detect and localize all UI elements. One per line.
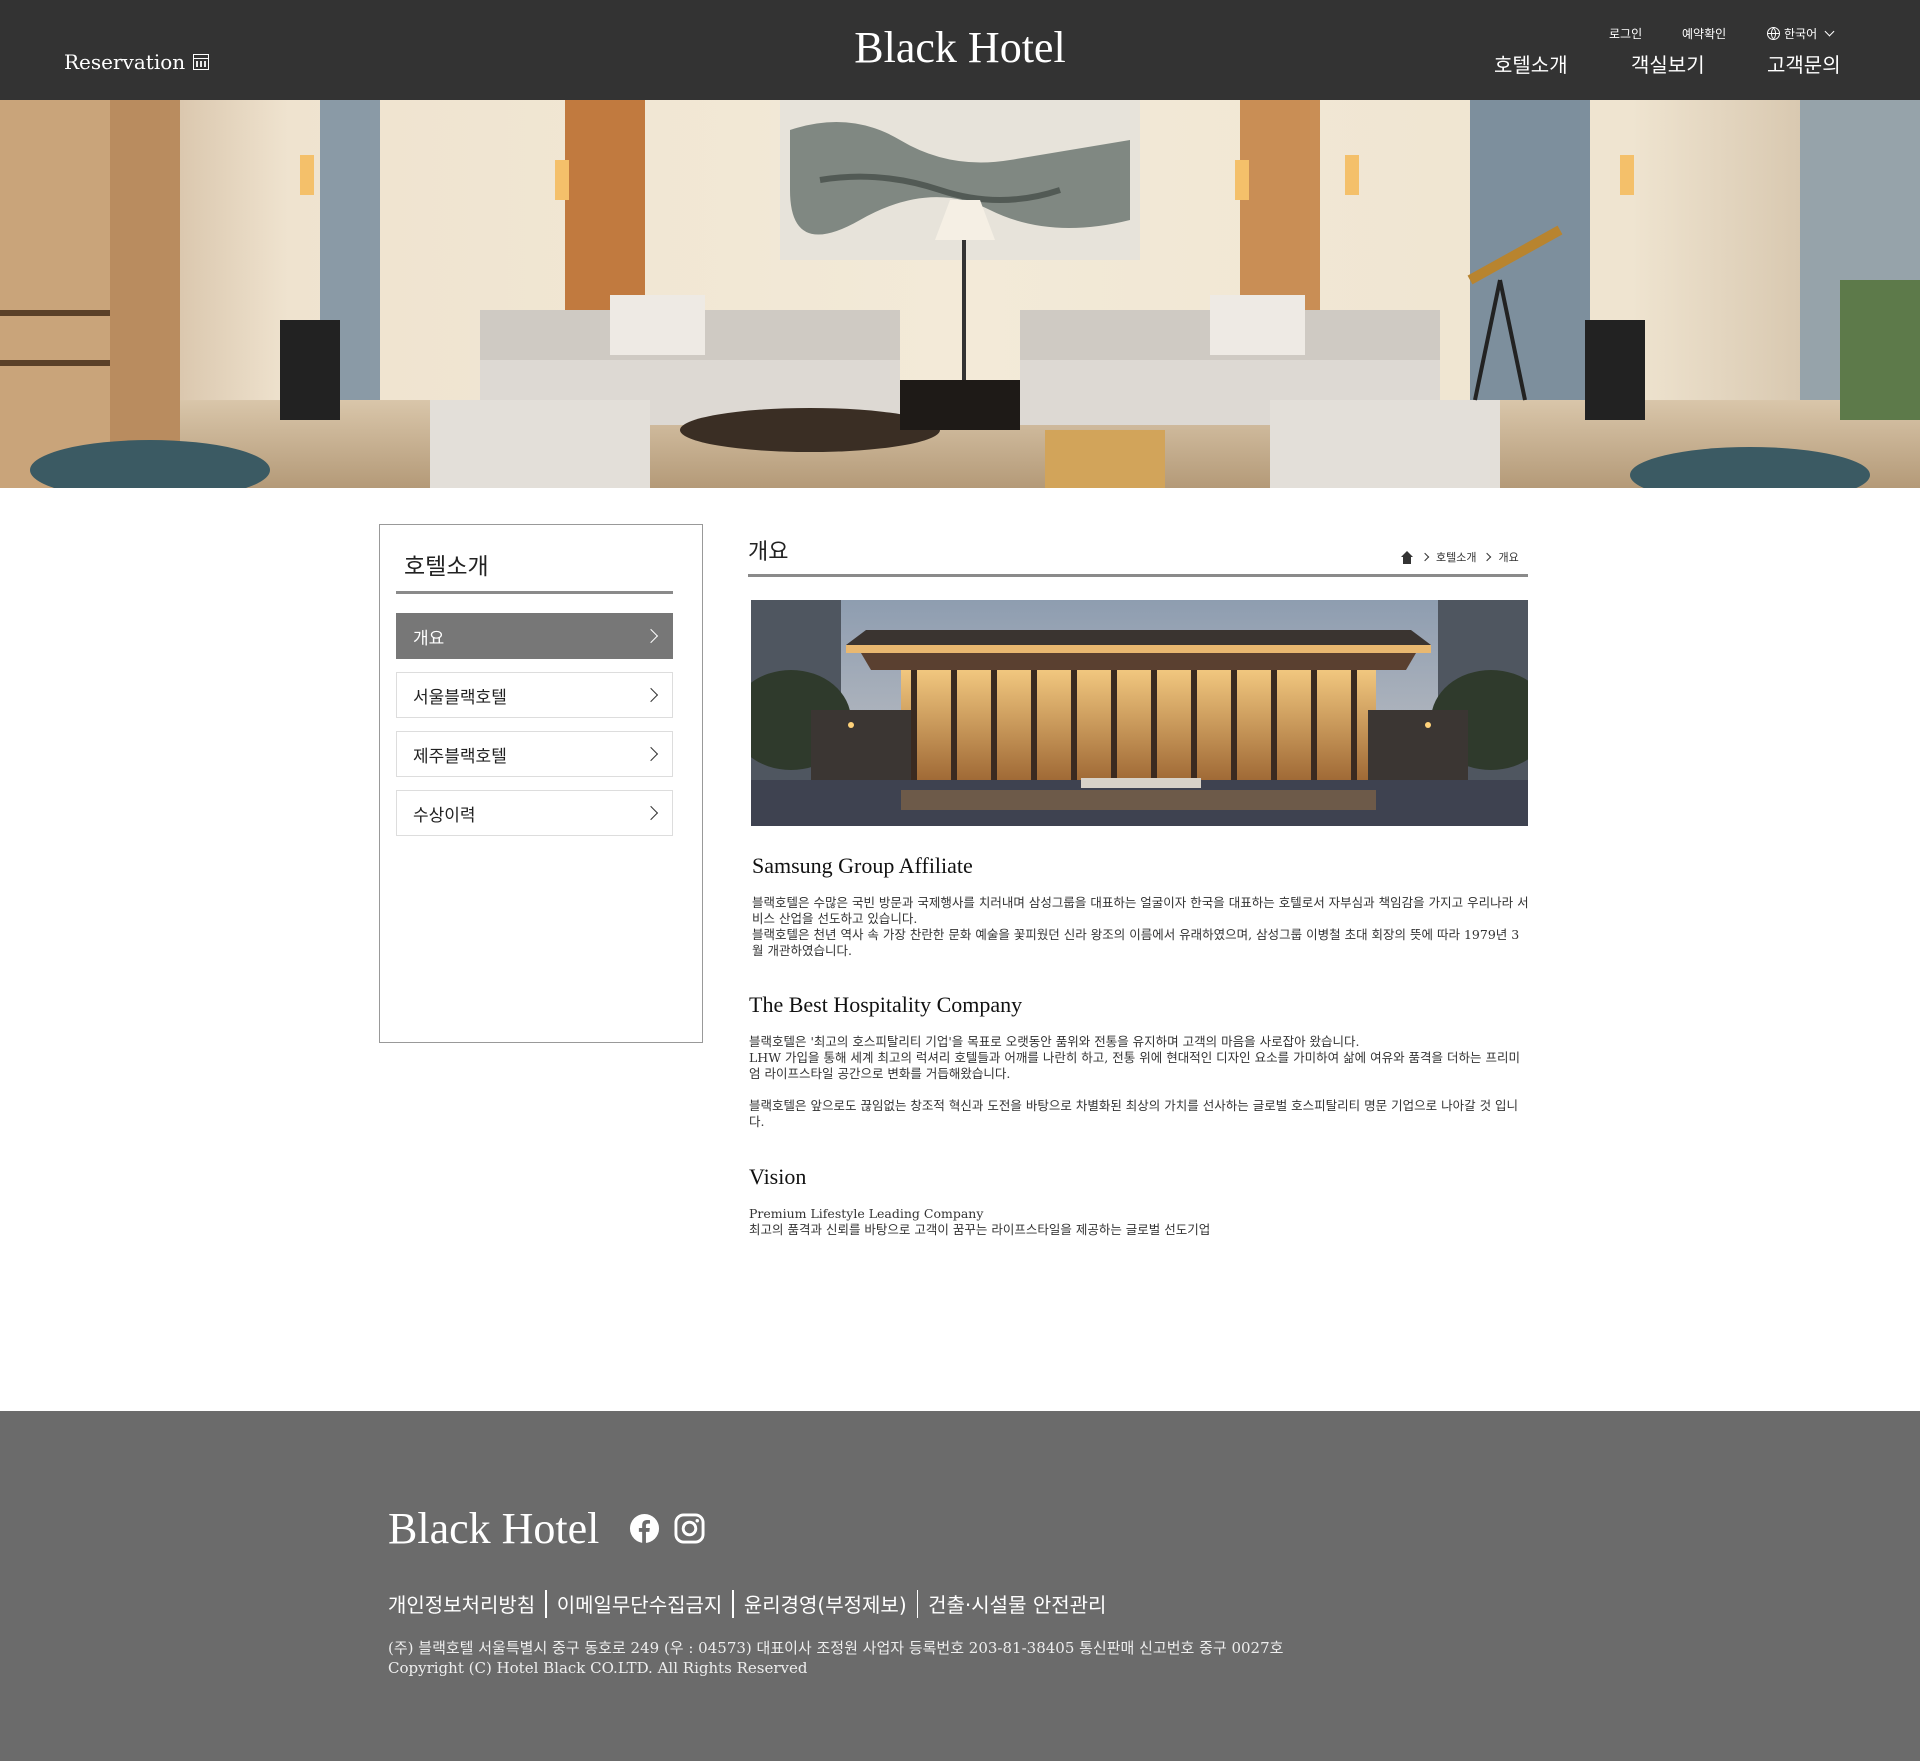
facebook-icon[interactable] [629, 1513, 660, 1544]
section-body-vision: Premium Lifestyle Leading Company 최고의 품격… [749, 1206, 1529, 1238]
sidebar-item-overview[interactable]: 개요 [396, 613, 673, 659]
hotel-exterior-image [751, 600, 1528, 826]
sidebar-item-label: 수상이력 [413, 805, 476, 826]
footer-link-facility-safety[interactable]: 건출·시설물 안전관리 [928, 1589, 1106, 1618]
sidebar-item-label: 개요 [413, 628, 445, 649]
footer-link-email-policy[interactable]: 이메일무단수집금지 [557, 1589, 723, 1618]
chevron-down-icon [1824, 26, 1835, 37]
globe-icon [1767, 27, 1780, 40]
footer-link-divider [916, 1589, 919, 1618]
footer-link-privacy[interactable]: 개인정보처리방침 [388, 1589, 535, 1618]
reservation-check-link[interactable]: 예약확인 [1682, 25, 1726, 42]
footer-logo[interactable]: Black Hotel [388, 1503, 599, 1554]
chevron-right-icon [1420, 552, 1430, 562]
site-header: Reservation Black Hotel 로그인 예약확인 한국어 호텔소… [0, 0, 1920, 100]
instagram-icon[interactable] [674, 1513, 705, 1544]
section-title-hospitality: The Best Hospitality Company [749, 992, 1023, 1017]
chevron-right-icon [643, 687, 659, 703]
section-title-affiliate: Samsung Group Affiliate [752, 853, 973, 878]
sidebar-item-awards[interactable]: 수상이력 [396, 790, 673, 836]
breadcrumb: 호텔소개 개요 [1400, 549, 1519, 565]
paragraph: LHW 가입을 통해 세계 최고의 럭셔리 호텔들과 어깨를 나란히 하고, 전… [749, 1050, 1520, 1081]
footer-address: (주) 블랙호텔 서울특별시 중구 동호로 249 (우 : 04573) 대표… [388, 1639, 1284, 1657]
sidebar-item-jeju-hotel[interactable]: 제주블랙호텔 [396, 731, 673, 777]
breadcrumb-item-current: 개요 [1498, 551, 1519, 564]
sidebar-title: 호텔소개 [404, 554, 489, 580]
footer-link-divider [545, 1589, 547, 1618]
chevron-right-icon [643, 628, 659, 644]
footer-copyright: Copyright (C) Hotel Black CO.LTD. All Ri… [388, 1659, 808, 1677]
page-title: 개요 [748, 540, 789, 565]
nav-customer-inquiry[interactable]: 고객문의 [1767, 49, 1841, 78]
section-title-vision: Vision [749, 1164, 807, 1189]
chevron-right-icon [1483, 552, 1492, 562]
section-body-hospitality: 블랙호텔은 '최고의 호스피탈리티 기업'을 목표로 오랫동안 품위와 전통을 … [749, 1034, 1529, 1130]
paragraph: 블랙호텔은 수많은 국빈 방문과 국제행사를 치러내며 삼성그룹을 대표하는 얼… [752, 895, 1529, 926]
language-label: 한국어 [1784, 27, 1818, 41]
home-icon[interactable] [1400, 550, 1414, 564]
hero-banner-image [0, 100, 1920, 488]
paragraph: 블랙호텔은 천년 역사 속 가장 찬란한 문화 예술을 꽃피웠던 신라 왕조의 … [752, 927, 1520, 958]
nav-rooms[interactable]: 객실보기 [1631, 49, 1705, 78]
section-body-affiliate: 블랙호텔은 수많은 국빈 방문과 국제행사를 치러내며 삼성그룹을 대표하는 얼… [752, 895, 1529, 959]
sidebar-divider [396, 591, 673, 594]
nav-hotel-intro[interactable]: 호텔소개 [1494, 49, 1568, 78]
footer-link-divider [732, 1589, 734, 1618]
title-divider [748, 574, 1528, 577]
login-link[interactable]: 로그인 [1609, 25, 1642, 42]
sidebar-item-seoul-hotel[interactable]: 서울블랙호텔 [396, 672, 673, 718]
footer-links: 개인정보처리방침 이메일무단수집금지 윤리경영(부정제보) 건출·시설물 안전관… [388, 1589, 1106, 1618]
paragraph: 블랙호텔은 앞으로도 끊임없는 창조적 혁신과 도전을 바탕으로 차별화된 최상… [749, 1098, 1519, 1129]
sidebar-item-label: 제주블랙호텔 [413, 746, 507, 767]
paragraph: 최고의 품격과 신뢰를 바탕으로 고객이 꿈꾸는 라이프스타일을 제공하는 글로… [749, 1222, 1211, 1237]
site-footer: Black Hotel 개인정보처리방침 이메일무단수집금지 윤리경영(부정제보… [0, 1411, 1920, 1761]
footer-company-info: (주) 블랙호텔 서울특별시 중구 동호로 249 (우 : 04573) 대표… [388, 1638, 1283, 1678]
chevron-right-icon [643, 805, 659, 821]
chevron-right-icon [643, 746, 659, 762]
breadcrumb-item[interactable]: 호텔소개 [1436, 549, 1476, 565]
sidebar: 호텔소개 개요 서울블랙호텔 제주블랙호텔 수상이력 [379, 524, 703, 1043]
footer-link-ethics[interactable]: 윤리경영(부정제보) [744, 1589, 907, 1618]
paragraph: 블랙호텔은 '최고의 호스피탈리티 기업'을 목표로 오랫동안 품위와 전통을 … [749, 1034, 1360, 1049]
language-selector[interactable]: 한국어 [1767, 25, 1835, 42]
sidebar-item-label: 서울블랙호텔 [413, 687, 507, 708]
paragraph: Premium Lifestyle Leading Company [749, 1206, 984, 1221]
